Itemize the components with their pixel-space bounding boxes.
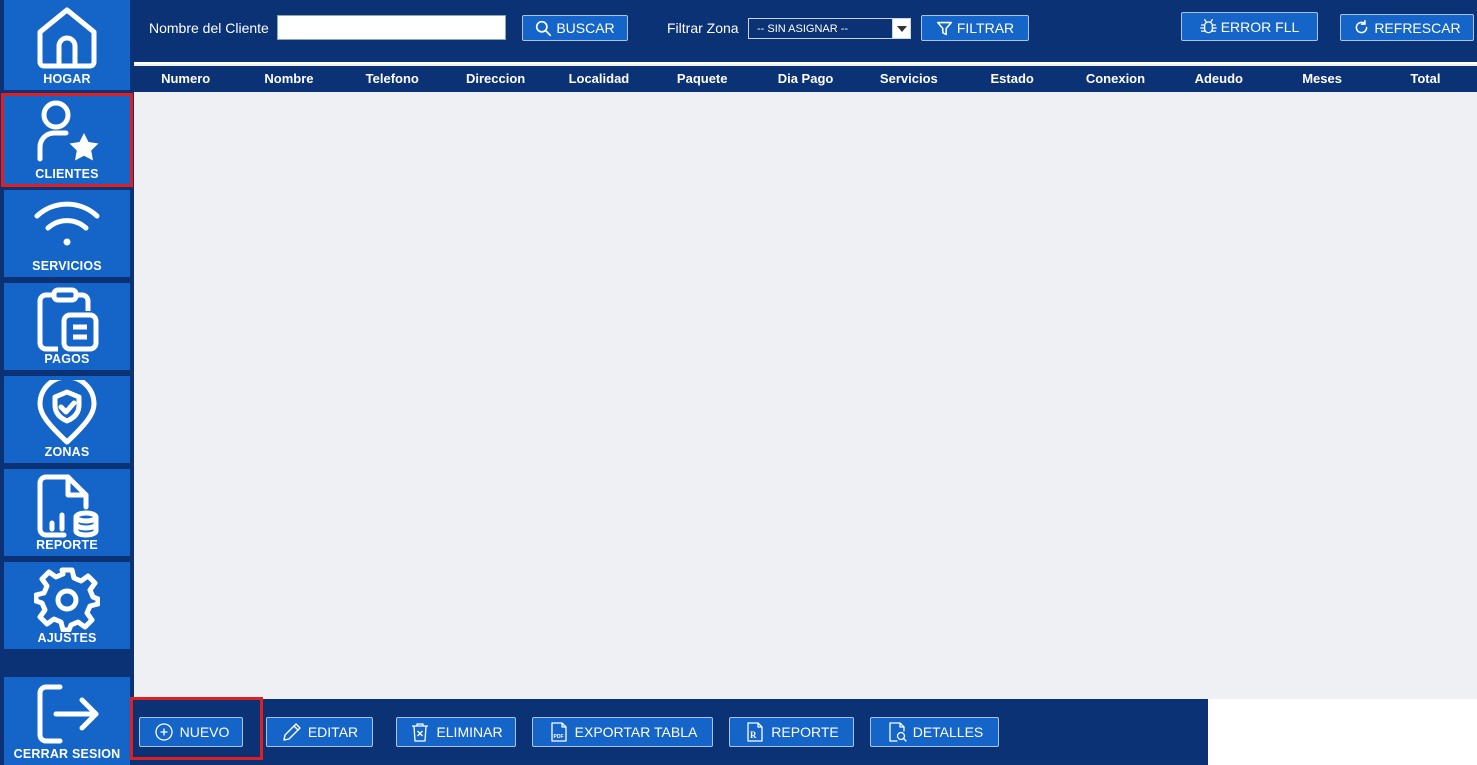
chevron-down-icon[interactable] bbox=[892, 19, 910, 38]
trash-icon bbox=[412, 723, 429, 742]
document-search-icon bbox=[889, 722, 907, 742]
location-check-icon bbox=[4, 380, 130, 446]
bottom-action-bar: NUEVO EDITAR ELIMINAR PDF EXPORTAR TABLA… bbox=[134, 699, 1208, 765]
refresh-button[interactable]: REFRESCAR bbox=[1340, 14, 1474, 41]
sidebar-item-zonas[interactable]: ZONAS bbox=[4, 376, 130, 463]
sidebar-item-label: AJUSTES bbox=[37, 631, 97, 645]
sidebar-item-ajustes[interactable]: AJUSTES bbox=[4, 562, 130, 649]
clients-table[interactable]: Numero Nombre Telefono Direccion Localid… bbox=[134, 62, 1477, 699]
export-table-button-label: EXPORTAR TABLA bbox=[574, 724, 698, 740]
edit-button-label: EDITAR bbox=[307, 724, 359, 740]
search-button[interactable]: BUSCAR bbox=[522, 15, 628, 41]
sidebar-item-label: CLIENTES bbox=[35, 167, 99, 181]
column-header[interactable]: Dia Pago bbox=[754, 66, 857, 92]
pencil-icon bbox=[283, 723, 301, 741]
export-table-button[interactable]: PDF EXPORTAR TABLA bbox=[532, 717, 713, 747]
bottom-blank-area bbox=[1208, 699, 1477, 765]
report-rx-icon: R bbox=[747, 722, 763, 742]
logout-icon bbox=[4, 681, 130, 747]
details-button-label: DETALLES bbox=[912, 724, 984, 740]
refresh-icon bbox=[1355, 19, 1368, 34]
error-fll-button[interactable]: ERROR FLL bbox=[1181, 12, 1318, 41]
search-icon bbox=[536, 20, 552, 36]
sidebar-item-cerrar-sesion[interactable]: CERRAR SESION bbox=[4, 677, 130, 765]
column-header[interactable]: Paquete bbox=[651, 66, 754, 92]
svg-text:PDF: PDF bbox=[553, 734, 563, 740]
zone-select-value: -- SIN ASIGNAR -- bbox=[757, 22, 849, 35]
home-icon bbox=[4, 4, 130, 70]
new-button-label: NUEVO bbox=[179, 724, 230, 740]
svg-text:R: R bbox=[750, 730, 757, 740]
search-button-label: BUSCAR bbox=[556, 20, 615, 36]
column-header[interactable]: Total bbox=[1374, 66, 1477, 92]
delete-button[interactable]: ELIMINAR bbox=[396, 717, 516, 747]
client-name-label: Nombre del Cliente bbox=[149, 20, 269, 36]
user-star-icon bbox=[4, 99, 130, 165]
new-button[interactable]: NUEVO bbox=[139, 717, 243, 747]
details-button[interactable]: DETALLES bbox=[870, 717, 999, 747]
sidebar-item-hogar[interactable]: HOGAR bbox=[4, 0, 130, 90]
report-icon bbox=[4, 473, 130, 539]
column-header[interactable]: Nombre bbox=[237, 66, 340, 92]
sidebar-item-servicios[interactable]: SERVICIOS bbox=[4, 190, 130, 277]
column-header[interactable]: Direccion bbox=[444, 66, 547, 92]
bug-icon bbox=[1199, 18, 1217, 34]
top-toolbar: Nombre del Cliente BUSCAR Filtrar Zona -… bbox=[134, 0, 1477, 62]
delete-button-label: ELIMINAR bbox=[436, 724, 503, 740]
sidebar-item-label: CERRAR SESION bbox=[13, 747, 121, 761]
filter-button-label: FILTRAR bbox=[956, 20, 1015, 36]
sidebar-item-label: ZONAS bbox=[44, 445, 90, 459]
filter-icon bbox=[936, 21, 952, 35]
sidebar-item-label: SERVICIOS bbox=[32, 259, 102, 273]
gear-icon bbox=[4, 566, 130, 632]
error-fll-button-label: ERROR FLL bbox=[1220, 18, 1300, 35]
sidebar-item-label: HOGAR bbox=[43, 72, 91, 86]
column-header[interactable]: Numero bbox=[134, 66, 237, 92]
edit-button[interactable]: EDITAR bbox=[266, 717, 373, 747]
sidebar-item-label: REPORTE bbox=[36, 538, 98, 552]
zone-filter-label: Filtrar Zona bbox=[667, 20, 739, 36]
clipboard-icon bbox=[4, 287, 130, 353]
sidebar: HOGAR CLIENTES SERVICIOS PAGOS ZONAS REP… bbox=[0, 0, 134, 765]
report-button-label: REPORTE bbox=[771, 724, 839, 740]
column-header[interactable]: Adeudo bbox=[1167, 66, 1270, 92]
pdf-icon: PDF bbox=[551, 722, 567, 742]
column-header[interactable]: Servicios bbox=[857, 66, 960, 92]
column-header[interactable]: Localidad bbox=[547, 66, 650, 92]
column-header[interactable]: Meses bbox=[1270, 66, 1373, 92]
refresh-button-label: REFRESCAR bbox=[1374, 19, 1461, 36]
sidebar-item-reporte[interactable]: REPORTE bbox=[4, 469, 130, 556]
sidebar-item-label: PAGOS bbox=[44, 352, 90, 366]
search-input[interactable] bbox=[277, 15, 506, 40]
sidebar-item-pagos[interactable]: PAGOS bbox=[4, 283, 130, 370]
column-header[interactable]: Estado bbox=[961, 66, 1064, 92]
report-button[interactable]: R REPORTE bbox=[729, 717, 854, 747]
plus-circle-icon bbox=[154, 723, 173, 741]
column-header[interactable]: Telefono bbox=[341, 66, 444, 92]
table-header: Numero Nombre Telefono Direccion Localid… bbox=[134, 66, 1477, 92]
column-header[interactable]: Conexion bbox=[1064, 66, 1167, 92]
sidebar-item-clientes[interactable]: CLIENTES bbox=[1, 93, 133, 187]
zone-select[interactable]: -- SIN ASIGNAR -- bbox=[748, 18, 911, 39]
wifi-icon bbox=[4, 194, 130, 260]
filter-button[interactable]: FILTRAR bbox=[921, 15, 1029, 41]
